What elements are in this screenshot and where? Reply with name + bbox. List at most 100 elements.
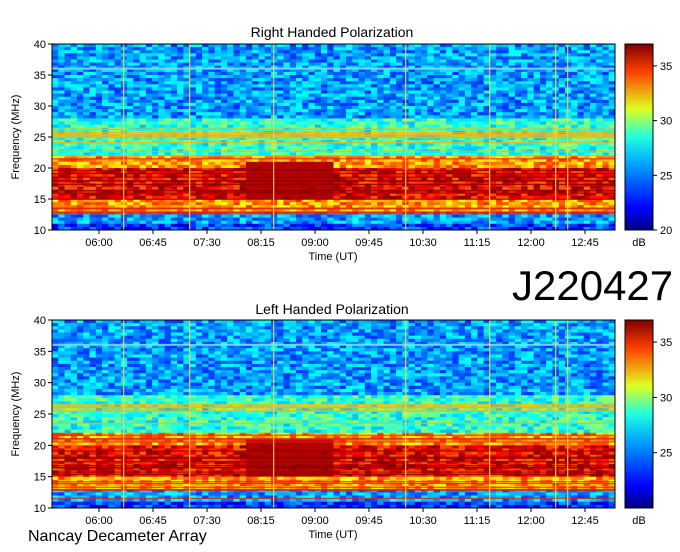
spectrogram-cell <box>452 59 460 63</box>
spectrogram-cell <box>477 143 485 147</box>
spectrogram-cell <box>596 202 603 206</box>
spectrogram-cell <box>314 75 322 79</box>
spectrogram-cell <box>333 164 341 169</box>
spectrogram-cell <box>571 106 578 110</box>
spectrogram-cell <box>220 164 228 169</box>
spectrogram-cell <box>527 93 535 98</box>
spectrogram-cell <box>333 96 341 101</box>
spectrogram-cell <box>352 202 359 206</box>
spectrogram-cell <box>108 84 115 88</box>
spectrogram-cell <box>83 93 90 98</box>
spectrogram-cell <box>145 118 153 122</box>
spectrogram-cell <box>295 44 303 48</box>
spectrogram-cell <box>427 87 434 91</box>
spectrogram-cell <box>208 102 216 107</box>
spectrogram-cell <box>58 99 65 104</box>
spectrogram-cell <box>427 164 434 169</box>
spectrogram-cell <box>396 90 403 94</box>
spectrogram-cell <box>608 112 616 116</box>
spectrogram-cell <box>252 93 259 98</box>
spectrogram-cell <box>239 121 247 125</box>
spectrogram-cell <box>308 90 316 94</box>
spectrogram-cell <box>546 50 553 54</box>
spectrogram-cell <box>114 93 122 98</box>
spectrogram-cell <box>152 106 159 110</box>
spectrogram-cell <box>89 96 97 101</box>
spectrogram-cell <box>152 81 159 85</box>
spectrogram-cell <box>596 121 603 125</box>
spectrogram-cell <box>346 44 353 48</box>
spectrogram-cell <box>558 202 566 206</box>
spectrogram-cell <box>571 161 578 166</box>
spectrogram-cell <box>277 50 284 54</box>
spectrogram-cell <box>533 50 541 54</box>
spectrogram-cell <box>496 59 503 63</box>
spectrogram-cell <box>108 124 115 129</box>
spectrogram-cell <box>214 53 222 57</box>
spectrogram-cell <box>83 115 90 119</box>
spectrogram-cell <box>327 106 334 110</box>
spectrogram-cell <box>427 44 434 48</box>
spectrogram-cell <box>52 164 59 169</box>
spectrogram-cell <box>439 186 447 191</box>
spectrogram-cell <box>583 112 591 116</box>
spectrogram-cell <box>252 143 259 147</box>
spectrogram-cell <box>64 186 72 191</box>
spectrogram-cell <box>364 81 372 85</box>
spectrogram-cell <box>377 78 384 82</box>
spectrogram-cell <box>389 161 397 166</box>
spectrogram-cell <box>164 186 172 191</box>
spectrogram-cell <box>346 112 353 116</box>
spectrogram-cell <box>83 112 90 116</box>
spectrogram-cell <box>608 143 616 147</box>
spectrogram-cell <box>521 90 528 94</box>
spectrogram-cell <box>208 164 216 169</box>
spectrogram-cell <box>458 53 466 57</box>
spectrogram-cell <box>602 56 610 60</box>
spectrogram-cell <box>589 93 597 98</box>
spectrogram-cell <box>139 75 147 79</box>
spectrogram-cell <box>127 53 134 57</box>
spectrogram-cell <box>452 143 460 147</box>
spectrogram-cell <box>89 84 97 88</box>
spectrogram-cell <box>414 124 422 129</box>
spectrogram-cell <box>220 96 228 101</box>
spectrogram-cell <box>239 78 247 82</box>
spectrogram-cell <box>527 118 535 122</box>
spectrogram-cell <box>433 50 441 54</box>
spectrogram-cell <box>339 47 347 51</box>
spectrogram-cell <box>252 102 259 107</box>
spectrogram-cell <box>283 146 291 150</box>
spectrogram-cell <box>227 78 234 82</box>
spectrogram-cell <box>108 87 115 91</box>
spectrogram-cell <box>364 93 372 98</box>
spectrogram-cell <box>233 90 241 94</box>
spectrogram-cell <box>539 50 547 54</box>
spectrogram-cell <box>383 143 391 147</box>
spectrogram-cell <box>170 164 178 169</box>
spectrogram-cell <box>145 87 153 91</box>
spectrogram-cell <box>77 164 84 169</box>
spectrogram-cell <box>239 50 247 54</box>
spectrogram-cell <box>446 50 453 54</box>
spectrogram-cell <box>433 75 441 79</box>
spectrogram-cell <box>277 99 284 104</box>
spectrogram-cell <box>95 146 103 150</box>
spectrogram-cell <box>139 106 147 110</box>
spectrogram-cell <box>371 102 378 107</box>
spectrogram-cell <box>289 106 297 110</box>
spectrogram-cell <box>208 81 216 85</box>
spectrogram-cell <box>596 75 603 79</box>
spectrogram-cell <box>596 78 603 82</box>
spectrogram-cell <box>496 47 503 51</box>
spectrogram-cell <box>177 102 184 107</box>
spectrogram-cell <box>189 71 197 76</box>
spectrogram-cell <box>527 109 535 113</box>
spectrogram-cell <box>214 214 222 218</box>
spectrogram-cell <box>133 146 140 150</box>
spectrogram-cell <box>596 71 603 76</box>
spectrogram-cell <box>383 118 391 122</box>
spectrogram-cell <box>158 109 165 113</box>
spectrogram-cell <box>408 121 416 125</box>
spectrogram-cell <box>589 81 597 85</box>
